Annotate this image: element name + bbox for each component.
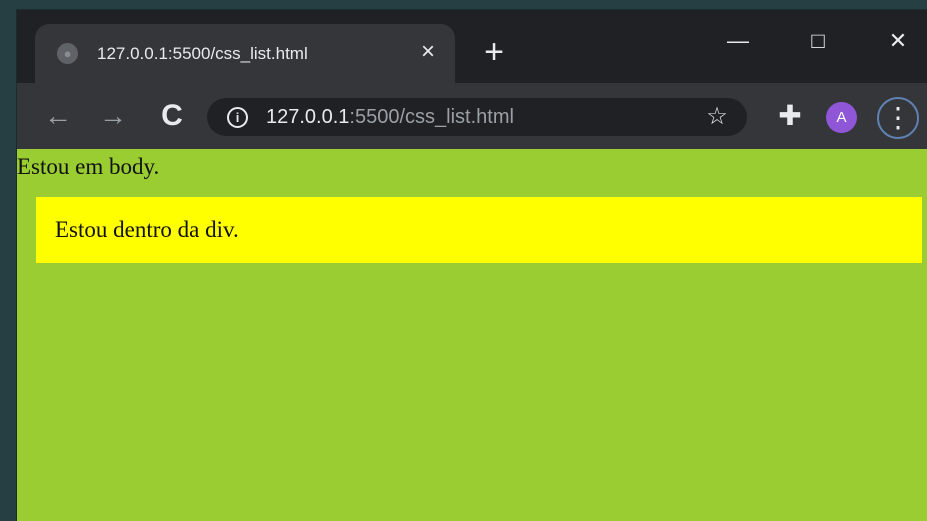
div-text: Estou dentro da div. bbox=[55, 217, 239, 242]
desktop-screen: ● 127.0.0.1:5500/css_list.html × + — □ ✕… bbox=[0, 0, 927, 521]
body-text: Estou em body. bbox=[17, 154, 160, 179]
browser-window: ● 127.0.0.1:5500/css_list.html × + — □ ✕… bbox=[17, 10, 927, 521]
profile-avatar[interactable]: A bbox=[826, 102, 857, 133]
browser-menu-icon[interactable]: ⋮ bbox=[877, 97, 919, 139]
address-bar[interactable]: i 127.0.0.1:5500/css_list.html ☆ bbox=[207, 98, 747, 136]
active-tab[interactable]: ● 127.0.0.1:5500/css_list.html × bbox=[35, 24, 455, 83]
window-close-icon[interactable]: ✕ bbox=[877, 20, 919, 62]
globe-icon: ● bbox=[57, 43, 78, 64]
browser-titlebar: ● 127.0.0.1:5500/css_list.html × + — □ ✕ bbox=[17, 10, 927, 83]
extensions-puzzle-icon[interactable]: ✚ bbox=[775, 101, 805, 131]
reload-icon[interactable]: C bbox=[155, 99, 189, 133]
bookmark-star-icon[interactable]: ☆ bbox=[705, 105, 729, 129]
maximize-icon[interactable]: □ bbox=[797, 20, 839, 62]
site-info-icon[interactable]: i bbox=[227, 106, 248, 128]
forward-arrow-icon[interactable]: → bbox=[96, 99, 130, 133]
back-arrow-icon[interactable]: ← bbox=[41, 99, 75, 133]
url-text[interactable]: 127.0.0.1:5500/css_list.html bbox=[266, 106, 514, 129]
page-viewport: Estou em body. Estou dentro da div. bbox=[17, 149, 927, 521]
browser-toolbar: ← → C i 127.0.0.1:5500/css_list.html ☆ ✚… bbox=[17, 83, 927, 149]
minimize-icon[interactable]: — bbox=[717, 20, 759, 62]
url-host: 127.0.0.1 bbox=[266, 105, 350, 128]
new-tab-icon[interactable]: + bbox=[480, 35, 508, 69]
yellow-div-box: Estou dentro da div. bbox=[36, 197, 922, 263]
url-path: :5500/css_list.html bbox=[349, 105, 514, 128]
tab-close-icon[interactable]: × bbox=[416, 40, 440, 64]
tab-title: 127.0.0.1:5500/css_list.html bbox=[97, 43, 308, 63]
